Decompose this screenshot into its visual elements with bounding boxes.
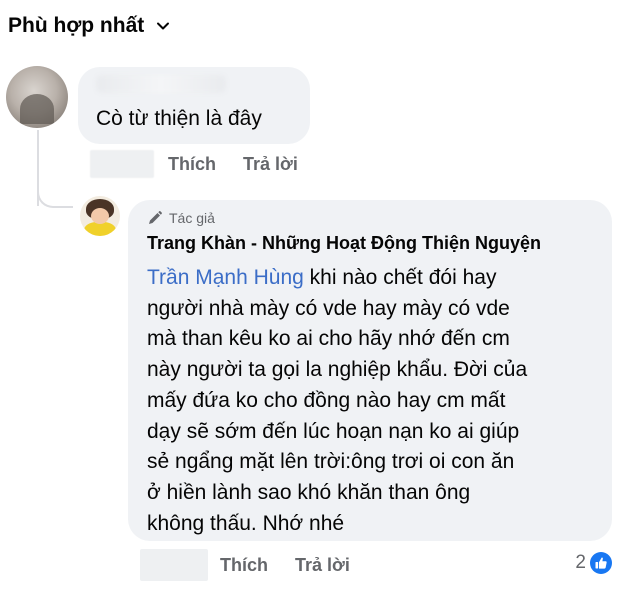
avatar[interactable] [6, 66, 68, 128]
redacted-timestamp [140, 549, 208, 581]
reaction-count: 2 [575, 552, 586, 573]
redacted-author-name [96, 75, 226, 93]
comment-text: Trần Mạnh Hùng khi nào chết đói hay ngườ… [147, 266, 528, 535]
thumbs-up-icon [590, 552, 612, 574]
like-button[interactable]: Thích [220, 555, 268, 576]
sort-label: Phù hợp nhất [8, 14, 145, 37]
pencil-icon [149, 211, 162, 224]
comment-author-name[interactable]: Trang Khàn - Những Hoạt Động Thiện Nguyệ… [147, 233, 541, 254]
redacted-timestamp [90, 150, 154, 178]
thread-connector [37, 180, 73, 208]
author-badge: Tác giả [147, 210, 215, 226]
reaction-summary[interactable]: 2 [575, 552, 612, 574]
mention-link[interactable]: Trần Mạnh Hùng [147, 266, 304, 289]
comment-actions: Thích Trả lời 2 [140, 549, 612, 581]
sort-dropdown[interactable]: Phù hợp nhất [8, 14, 170, 38]
reply-button[interactable]: Trả lời [243, 154, 298, 175]
avatar[interactable] [80, 196, 120, 236]
comment-actions: Thích Trả lời [90, 150, 298, 178]
reply-button[interactable]: Trả lời [295, 555, 350, 576]
chevron-down-icon [157, 22, 170, 30]
like-button[interactable]: Thích [168, 154, 216, 175]
author-badge-label: Tác giả [169, 210, 215, 226]
comment-text: Cò từ thiện là đây [96, 107, 262, 130]
